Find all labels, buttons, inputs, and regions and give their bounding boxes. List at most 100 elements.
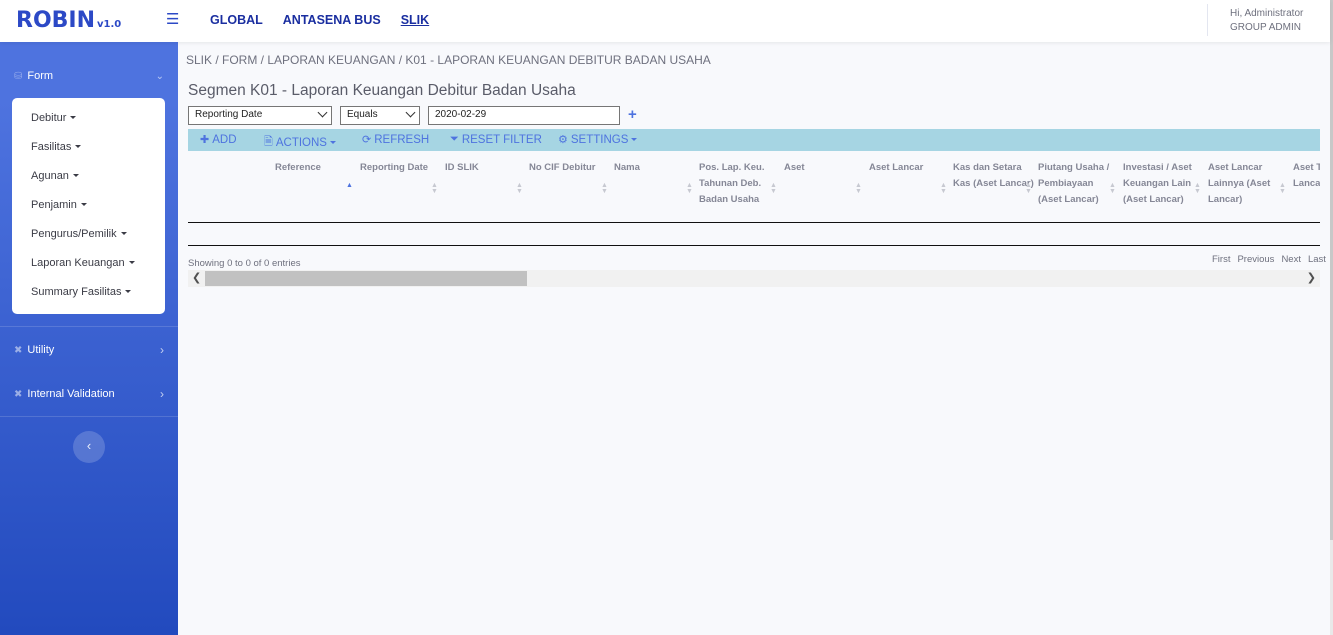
sidebar: ⛁ Form ⌄ Debitur Fasilitas Agunan Penjam… xyxy=(0,42,178,635)
pager-first[interactable]: First xyxy=(1212,254,1230,265)
tools-icon: ✖ xyxy=(14,344,23,356)
add-label: ADD xyxy=(212,133,237,146)
menu-toggle-icon[interactable]: ☰ xyxy=(166,10,179,28)
settings-label: SETTINGS xyxy=(570,133,629,146)
top-navigation: GLOBAL ANTASENA BUS SLIK xyxy=(210,13,429,27)
pager-previous[interactable]: Previous xyxy=(1237,254,1274,265)
actions-label: ACTIONS xyxy=(275,136,327,149)
brand-logo[interactable]: ROBIN v1.0 xyxy=(16,8,121,33)
caret-down-icon xyxy=(631,138,638,141)
file-export-icon: 🗎 xyxy=(264,136,273,148)
column-header-kas-dan-setara-kas[interactable]: Kas dan Setara Kas (Aset Lancar) xyxy=(953,160,1035,192)
form-submenu: Debitur Fasilitas Agunan Penjamin Pengur… xyxy=(12,98,165,314)
column-header-aset-lancar[interactable]: Aset Lancar xyxy=(869,160,947,176)
sort-icon[interactable]: ▲ ▼ xyxy=(686,182,693,195)
refresh-label: REFRESH xyxy=(374,133,430,146)
submenu-item-agunan[interactable]: Agunan xyxy=(31,170,79,182)
filter-icon: ⏷ xyxy=(450,133,459,145)
column-header-aset-tidak-lancar[interactable]: Aset T Lancar xyxy=(1293,160,1320,192)
sort-icon[interactable]: ▲ ▼ xyxy=(601,182,608,195)
plus-icon: ✚ xyxy=(200,134,210,146)
sort-asc-icon[interactable]: ▲ xyxy=(346,182,353,189)
table-info: Showing 0 to 0 of 0 entries xyxy=(188,258,301,269)
sort-icon[interactable]: ▲ ▼ xyxy=(770,182,777,195)
column-header-piutang-usaha[interactable]: Piutang Usaha / Pembiayaan (Aset Lancar) xyxy=(1038,160,1116,208)
database-icon: ⛁ xyxy=(14,70,23,82)
gear-icon: ⚙ xyxy=(558,134,568,146)
sort-icon[interactable]: ▲ ▼ xyxy=(1279,182,1286,195)
table-toolbar: ✚ ADD 🗎 ACTIONS ⟳ REFRESH ⏷ RESET FILTER ⚙ SE… xyxy=(188,129,1320,151)
chevron-down-icon xyxy=(405,107,416,118)
table-header: Reference ▲ Reporting Date ▲ ▼ ID SLIK ▲ ▼… xyxy=(188,156,1320,223)
scroll-left-icon[interactable]: ❮ xyxy=(192,271,201,284)
caret-down-icon xyxy=(329,141,336,144)
sort-icon[interactable]: ▲ ▼ xyxy=(1194,182,1201,195)
sort-icon[interactable]: ▲ ▼ xyxy=(940,182,947,195)
filter-field-value: Reporting Date xyxy=(195,109,263,120)
actions-button[interactable]: 🗎 ACTIONS xyxy=(264,133,336,152)
sidebar-item-utility[interactable]: ✖ Utility › xyxy=(14,343,164,357)
nav-slik[interactable]: SLIK xyxy=(401,13,429,27)
submenu-item-pengurus-pemilik[interactable]: Pengurus/Pemilik xyxy=(31,228,127,240)
pager-last[interactable]: Last xyxy=(1308,254,1326,265)
reset-filter-label: RESET FILTER xyxy=(461,133,542,146)
chevron-down-icon: ⌄ xyxy=(155,70,164,82)
breadcrumb: SLIK / FORM / LAPORAN KEUANGAN / K01 - L… xyxy=(186,53,711,67)
submenu-item-penjamin[interactable]: Penjamin xyxy=(31,199,87,211)
chevron-right-icon: › xyxy=(160,387,164,401)
pager-next[interactable]: Next xyxy=(1281,254,1301,265)
sidebar-item-form[interactable]: ⛁ Form ⌄ xyxy=(14,70,164,82)
sort-icon[interactable]: ▲ ▼ xyxy=(516,182,523,195)
column-header-investasi-aset-keuangan[interactable]: Investasi / Aset Keuangan Lain (Aset Lan… xyxy=(1123,160,1197,208)
nav-global[interactable]: GLOBAL xyxy=(210,13,263,27)
scroll-right-icon[interactable]: ❯ xyxy=(1307,271,1316,284)
column-header-pos-lap-keu[interactable]: Pos. Lap. Keu. Tahunan Deb. Badan Usaha xyxy=(699,160,771,208)
chevron-right-icon: › xyxy=(160,343,164,357)
filter-field-select[interactable]: Reporting Date xyxy=(188,106,332,125)
add-filter-icon[interactable]: + xyxy=(628,106,637,123)
sidebar-item-internal-validation[interactable]: ✖ Internal Validation › xyxy=(14,387,164,401)
topbar: ROBIN v1.0 ☰ GLOBAL ANTASENA BUS SLIK Hi,… xyxy=(0,0,1330,42)
nav-antasena-bus[interactable]: ANTASENA BUS xyxy=(283,13,381,27)
filter-value-text: 2020-02-29 xyxy=(435,109,487,120)
user-group: GROUP ADMIN xyxy=(1230,22,1301,33)
tools-icon: ✖ xyxy=(14,388,23,400)
settings-button[interactable]: ⚙ SETTINGS xyxy=(558,133,638,146)
add-button[interactable]: ✚ ADD xyxy=(200,133,237,147)
table-footer-line xyxy=(188,245,1320,246)
horizontal-scrollbar[interactable]: ❮ ❯ xyxy=(188,270,1320,287)
sidebar-item-label: Utility xyxy=(27,344,55,356)
refresh-icon: ⟳ xyxy=(362,134,372,146)
sidebar-item-label: Form xyxy=(27,70,54,82)
column-header-aset[interactable]: Aset xyxy=(784,160,862,176)
pagination: First Previous Next Last xyxy=(1212,254,1326,265)
submenu-item-laporan-keuangan[interactable]: Laporan Keuangan xyxy=(31,257,135,269)
sort-icon[interactable]: ▲ ▼ xyxy=(1109,182,1116,195)
column-header-reference[interactable]: Reference xyxy=(275,160,345,176)
brand-version: v1.0 xyxy=(97,19,122,30)
submenu-item-debitur[interactable]: Debitur xyxy=(31,112,76,124)
filter-operator-select[interactable]: Equals xyxy=(340,106,420,125)
user-greeting: Hi, Administrator xyxy=(1230,8,1304,19)
column-header-aset-lancar-lainnya[interactable]: Aset Lancar Lainnya (Aset Lancar) xyxy=(1208,160,1278,208)
submenu-item-summary-fasilitas[interactable]: Summary Fasilitas xyxy=(31,286,131,298)
sidebar-divider xyxy=(0,326,178,327)
sort-icon[interactable]: ▲ ▼ xyxy=(431,182,438,195)
sort-icon[interactable]: ▲ ▼ xyxy=(855,182,862,195)
brand-name: ROBIN xyxy=(16,8,96,33)
sort-icon[interactable]: ▲ ▼ xyxy=(1025,182,1032,195)
user-menu[interactable]: Hi, Administrator GROUP ADMIN xyxy=(1207,4,1303,36)
reset-filter-button[interactable]: ⏷ RESET FILTER xyxy=(450,133,542,146)
column-header-reporting-date[interactable]: Reporting Date xyxy=(360,160,438,176)
column-header-no-cif-debitur[interactable]: No CIF Debitur xyxy=(529,160,607,176)
filter-operator-value: Equals xyxy=(347,109,378,120)
sidebar-toggle-button[interactable]: ‹ xyxy=(73,431,105,463)
refresh-button[interactable]: ⟳ REFRESH xyxy=(362,133,430,147)
filter-value-input[interactable]: 2020-02-29 xyxy=(428,106,620,125)
column-header-nama[interactable]: Nama xyxy=(614,160,692,176)
sidebar-item-label: Internal Validation xyxy=(27,388,115,400)
scrollbar-thumb[interactable] xyxy=(205,271,527,286)
column-header-id-slik[interactable]: ID SLIK xyxy=(445,160,523,176)
submenu-item-fasilitas[interactable]: Fasilitas xyxy=(31,141,81,153)
chevron-down-icon xyxy=(317,107,328,118)
